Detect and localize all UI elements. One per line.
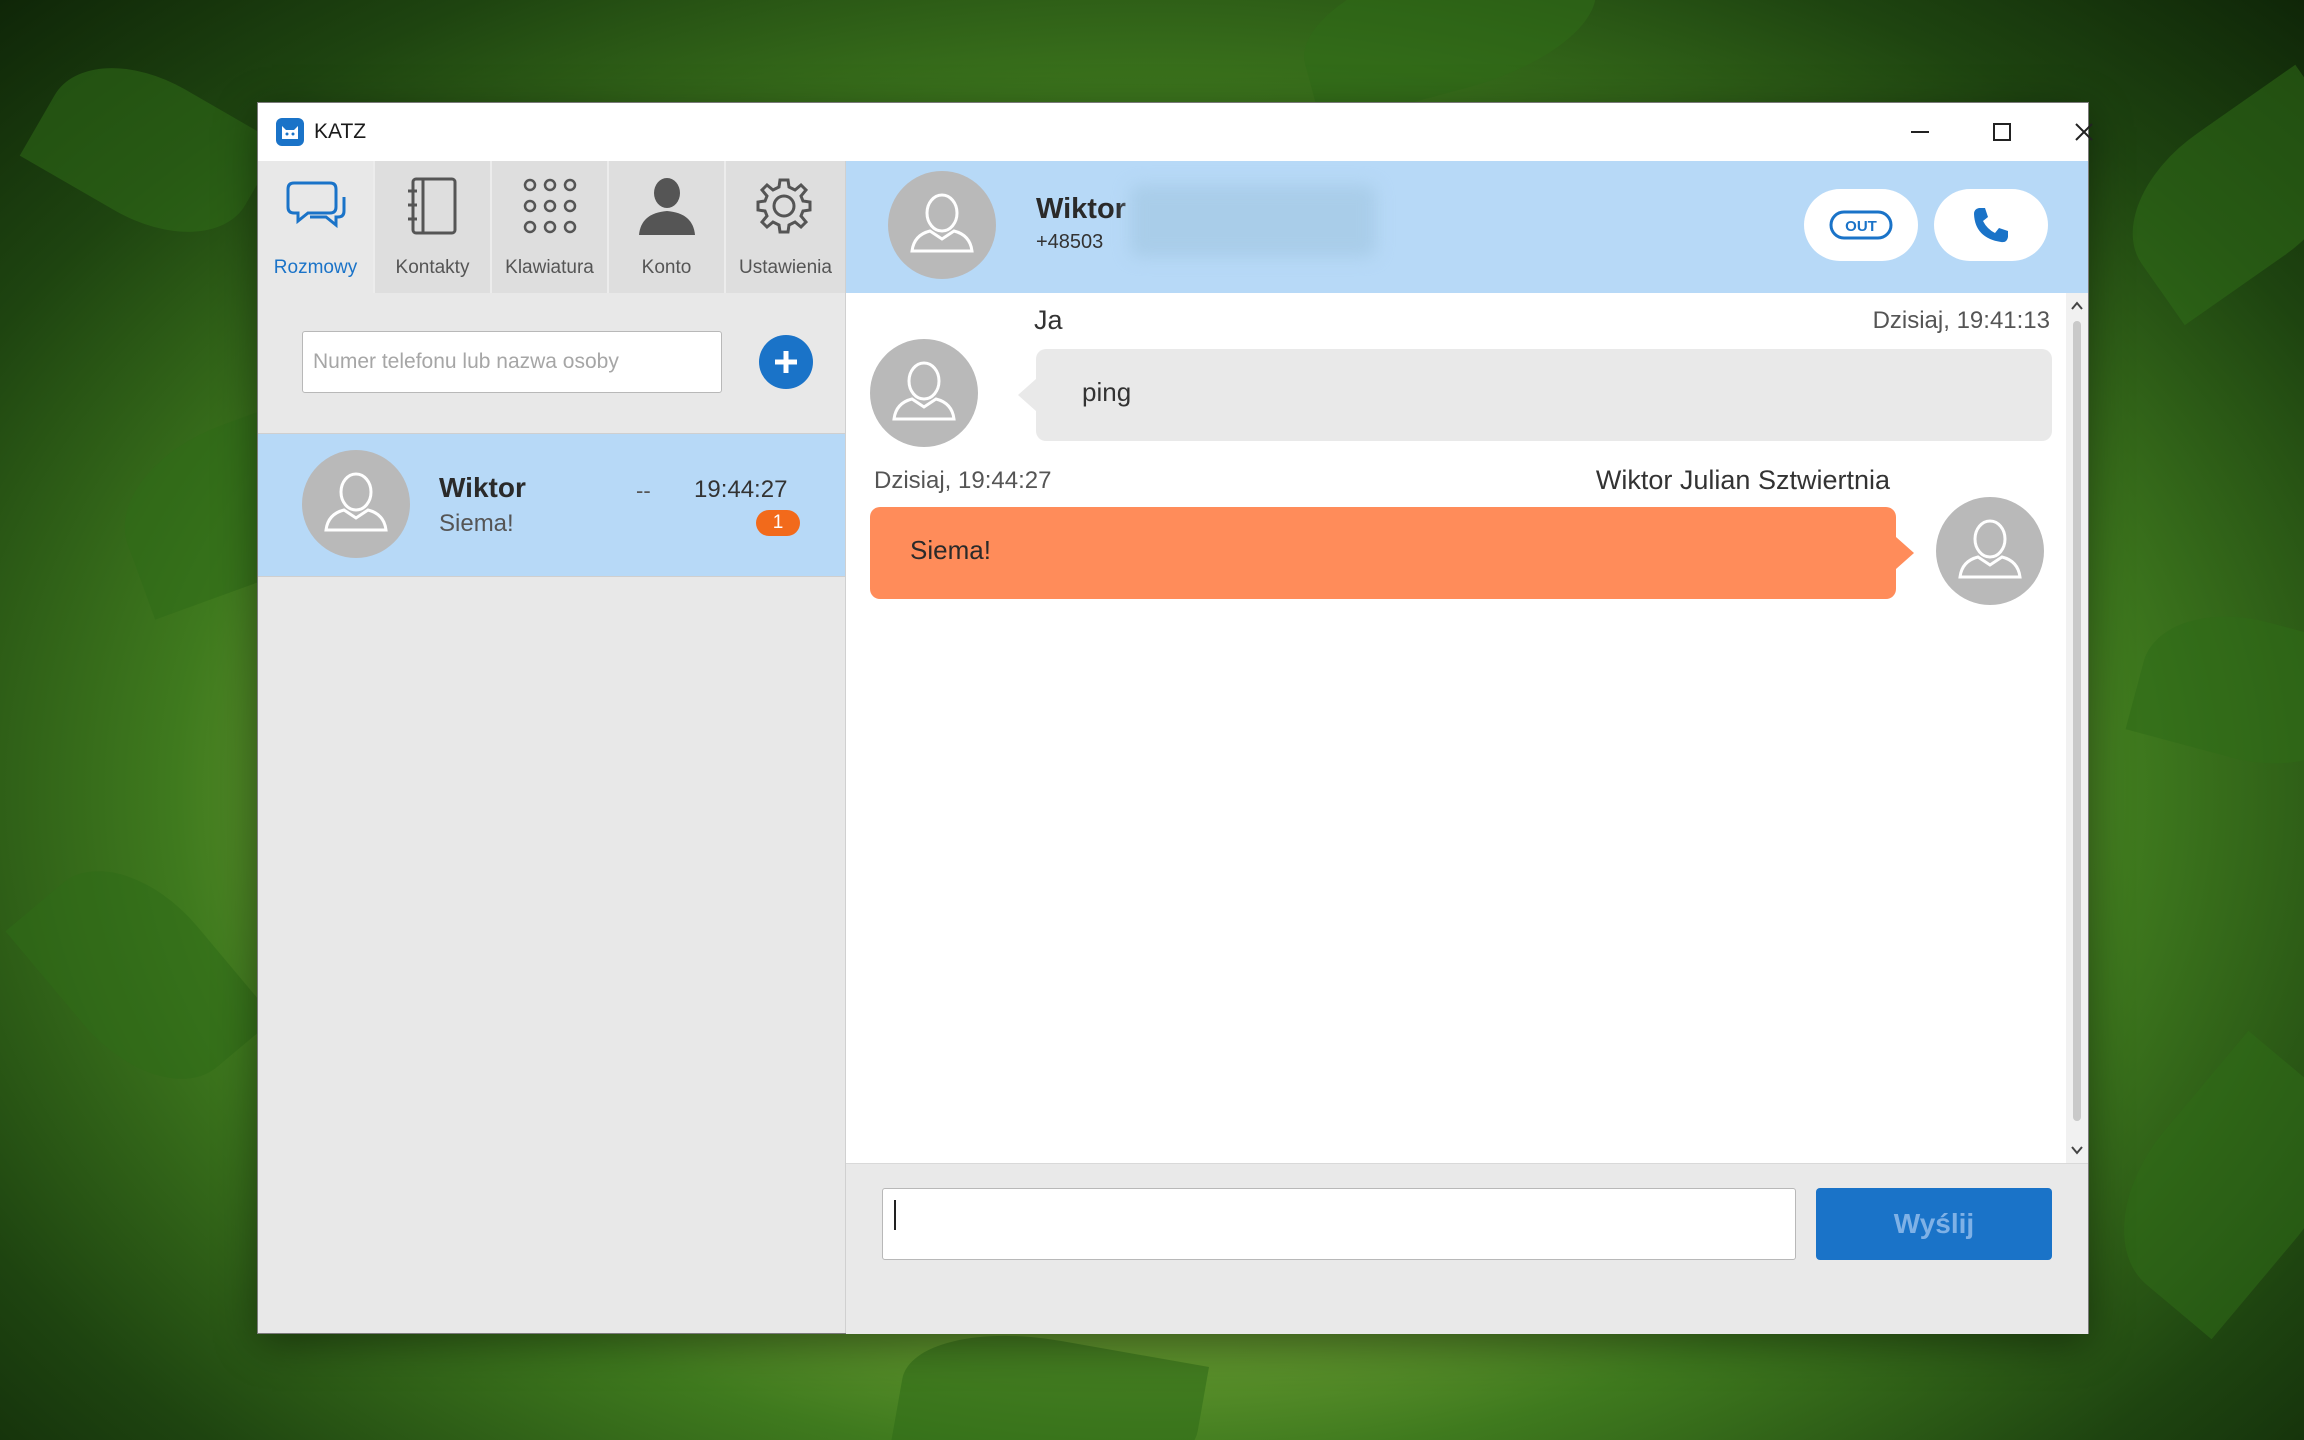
maximize-button[interactable] — [1962, 103, 2042, 161]
chat-header: Wiktor +48503 OUT — [846, 161, 2088, 293]
chevron-down-icon[interactable] — [2070, 1143, 2084, 1157]
default-avatar-icon — [324, 472, 388, 532]
message-list[interactable]: Ja Dzisiaj, 19:41:13 ping Dzisiaj, 19:44… — [846, 293, 2088, 1163]
unread-badge: 1 — [756, 510, 800, 536]
message-text: ping — [1082, 377, 1132, 407]
conversation-last-message: Siema! — [439, 510, 514, 537]
message-input[interactable] — [882, 1188, 1796, 1260]
message-bubble: Siema! — [870, 507, 1914, 599]
default-avatar-icon — [892, 361, 956, 421]
phone-icon — [1974, 208, 2008, 243]
tab-label: Ustawienia — [739, 257, 832, 278]
chat-panel: Wiktor +48503 OUT Ja Dzisiaj, 19:41:13 p… — [846, 161, 2088, 1334]
close-button[interactable] — [2044, 103, 2124, 161]
scrollbar-thumb[interactable] — [2073, 321, 2081, 1121]
conversation-item[interactable]: Wiktor Siema! -- 19:44:27 1 — [258, 433, 845, 577]
add-conversation-button[interactable] — [759, 335, 813, 389]
out-icon: OUT — [1829, 210, 1893, 240]
tab-rozmowy[interactable]: Rozmowy — [258, 161, 375, 293]
sender-avatar — [870, 339, 978, 447]
call-button[interactable] — [1934, 189, 2048, 261]
app-window: KATZ Rozmowy Kontakty Klawiatura Konto U… — [258, 103, 2093, 1334]
conversation-status: -- — [636, 478, 651, 503]
gear-icon — [756, 178, 812, 234]
tab-label: Klawiatura — [505, 257, 594, 278]
default-avatar-icon — [1958, 519, 2022, 579]
close-icon — [2075, 123, 2093, 141]
chevron-up-icon[interactable] — [2070, 299, 2084, 313]
cat-logo-icon — [276, 118, 304, 146]
tab-label: Konto — [641, 257, 692, 278]
message-sender: Ja — [1034, 305, 1063, 335]
tab-label: Kontakty — [395, 257, 470, 278]
tab-klawiatura[interactable]: Klawiatura — [492, 161, 609, 293]
search-input[interactable] — [302, 331, 722, 393]
message-text: Siema! — [910, 535, 991, 565]
send-button[interactable]: Wyślij — [1816, 1188, 2052, 1260]
tab-konto[interactable]: Konto — [609, 161, 726, 293]
plus-icon — [775, 351, 797, 373]
title-bar[interactable]: KATZ — [258, 103, 2093, 161]
app-title: KATZ — [314, 120, 367, 143]
sender-avatar — [1936, 497, 2044, 605]
minimize-icon — [1911, 131, 1929, 133]
message-sender: Wiktor Julian Sztwiertnia — [1595, 465, 1890, 495]
address-book-icon — [408, 177, 457, 235]
contact-phone: +48503 — [1036, 231, 1104, 253]
search-row — [258, 293, 845, 433]
main-nav: Rozmowy Kontakty Klawiatura Konto Ustawi… — [258, 161, 845, 293]
contact-name: Wiktor — [1036, 193, 1126, 225]
tab-kontakty[interactable]: Kontakty — [375, 161, 492, 293]
message-bubble: ping — [1018, 349, 2052, 441]
redacted-area — [1130, 185, 1376, 257]
out-label: OUT — [1845, 218, 1877, 235]
default-avatar-icon — [910, 193, 974, 253]
text-caret — [894, 1200, 896, 1230]
call-out-button[interactable]: OUT — [1804, 189, 1918, 261]
maximize-icon — [1993, 123, 2011, 141]
contact-avatar — [888, 171, 996, 279]
message-time: Dzisiaj, 19:44:27 — [874, 467, 1052, 494]
message-time: Dzisiaj, 19:41:13 — [1872, 307, 2050, 334]
vertical-scrollbar[interactable] — [2066, 293, 2088, 1163]
composer: Wyślij — [846, 1163, 2088, 1334]
conversation-name: Wiktor — [439, 472, 526, 503]
left-panel: Rozmowy Kontakty Klawiatura Konto Ustawi… — [258, 161, 846, 1333]
avatar — [302, 450, 410, 558]
user-icon — [639, 178, 695, 235]
chat-bubbles-icon — [286, 181, 346, 229]
tab-ustawienia[interactable]: Ustawienia — [726, 161, 845, 293]
minimize-button[interactable] — [1880, 103, 1960, 161]
tab-label: Rozmowy — [273, 257, 358, 278]
conversation-time: 19:44:27 — [694, 476, 788, 503]
keypad-icon — [523, 178, 577, 234]
